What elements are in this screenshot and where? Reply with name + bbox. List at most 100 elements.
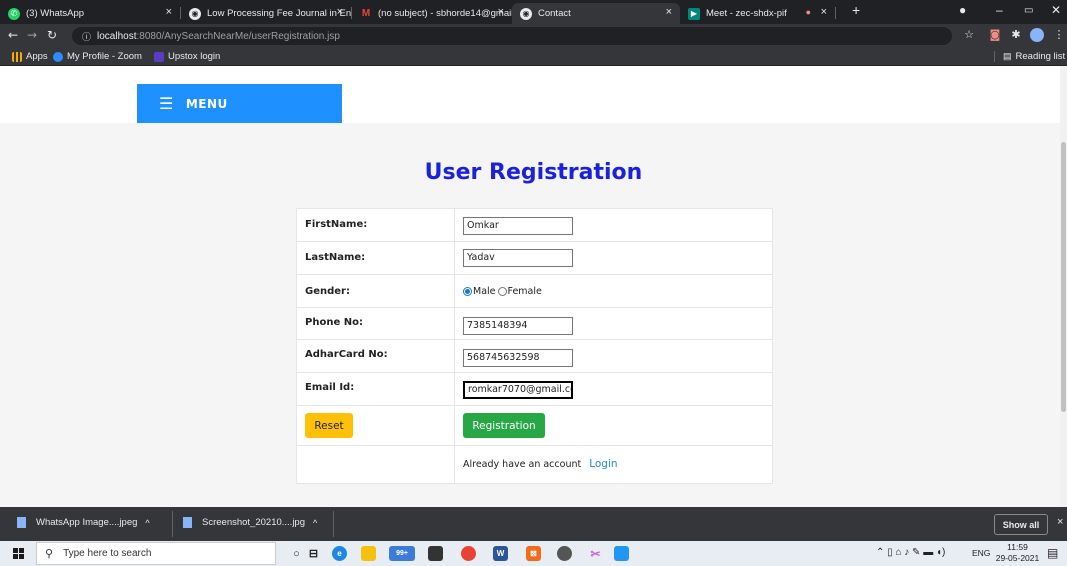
close-tab-icon[interactable]: × bbox=[166, 6, 172, 18]
photos-icon[interactable] bbox=[614, 546, 629, 561]
email-input[interactable]: romkar7070@gmail.com bbox=[463, 381, 573, 399]
bookmark-apps[interactable]: Apps bbox=[12, 51, 48, 62]
gender-female-radio[interactable] bbox=[497, 287, 507, 296]
chrome-icon[interactable] bbox=[461, 546, 476, 561]
bookmark-zoom[interactable]: My Profile - Zoom bbox=[53, 51, 142, 62]
cortana-icon[interactable]: ○ bbox=[289, 546, 304, 561]
form-cell bbox=[454, 406, 455, 445]
email-label: Email Id: bbox=[305, 382, 355, 393]
taskbar-clock[interactable]: 11:59 29-05-2021 bbox=[995, 542, 1040, 564]
show-all-button[interactable]: Show all bbox=[994, 514, 1048, 535]
close-window-icon[interactable]: ✕ bbox=[1051, 3, 1061, 17]
close-tab-icon[interactable]: × bbox=[337, 6, 343, 18]
kebab-menu-icon[interactable]: ⋮ bbox=[1052, 28, 1066, 42]
close-tab-icon[interactable]: × bbox=[821, 6, 827, 18]
system-tray-icons[interactable]: ⌃ ▯ ⌂ ♪ ✎ ▬ ◖) bbox=[876, 547, 945, 558]
tab-whatsapp[interactable]: ✆ (3) WhatsApp × bbox=[0, 3, 180, 24]
whatsapp-icon: ✆ bbox=[8, 7, 20, 20]
browser-toolbar: ← → ↻ ⓘ localhost :8080/AnySearchNearMe/… bbox=[0, 24, 1067, 48]
taskbar-search-box[interactable]: ⚲ Type here to search bbox=[36, 542, 276, 565]
windows-start-icon[interactable] bbox=[13, 548, 24, 559]
tab-label: (no subject) - sbhorde14@gmail bbox=[378, 8, 512, 19]
extensions-puzzle-icon[interactable]: ✱ bbox=[1009, 28, 1023, 42]
apps-grid-icon bbox=[12, 51, 22, 62]
store-badge-icon[interactable]: 99+ bbox=[389, 546, 415, 561]
notification-icon[interactable]: ▤ bbox=[1047, 546, 1058, 560]
info-icon[interactable]: ⓘ bbox=[82, 30, 91, 43]
tab-gmail[interactable]: M (no subject) - sbhorde14@gmail × bbox=[352, 3, 512, 24]
form-cell bbox=[454, 275, 455, 307]
bookmark-upstox[interactable]: Upstox login bbox=[154, 51, 220, 62]
menu-button[interactable]: ☰ MENU bbox=[137, 84, 342, 123]
tab-label: Meet - zec-shdx-pif bbox=[706, 8, 787, 19]
url-host: localhost bbox=[97, 30, 137, 42]
word-icon[interactable]: W bbox=[493, 546, 508, 561]
gender-male-radio[interactable] bbox=[463, 287, 472, 296]
bookmark-label: My Profile - Zoom bbox=[67, 51, 142, 62]
first-name-label: FirstName: bbox=[305, 219, 368, 230]
login-link[interactable]: Login bbox=[589, 458, 617, 470]
bookmark-label: Upstox login bbox=[168, 51, 221, 62]
back-icon[interactable]: ← bbox=[8, 28, 18, 42]
form-row-gender: Gender: Male Female bbox=[297, 275, 772, 308]
first-name-input[interactable]: Omkar bbox=[463, 217, 573, 235]
chevron-up-icon[interactable]: ^ bbox=[313, 518, 317, 528]
download-item-screenshot[interactable]: Screenshot_20210....jpg ^ bbox=[183, 517, 317, 528]
page-scrollbar[interactable] bbox=[1060, 66, 1067, 507]
avatar[interactable] bbox=[1030, 28, 1044, 42]
already-account-label: Already have an account bbox=[463, 459, 582, 470]
extension-icon[interactable]: ◙ bbox=[988, 28, 1002, 42]
bookmarks-bar: Apps My Profile - Zoom Upstox login ▤ Re… bbox=[0, 48, 1067, 66]
maximize-icon[interactable]: ▭ bbox=[1024, 5, 1033, 16]
menu-label: MENU bbox=[185, 96, 228, 111]
tab-separator bbox=[835, 7, 836, 19]
tab-contact-active[interactable]: ◉ Contact × bbox=[512, 3, 680, 24]
download-separator bbox=[172, 511, 173, 537]
windows-taskbar: ⚲ Type here to search ○ ⊟ e 99+ W ⊠ ✂ ⌃ … bbox=[0, 541, 1067, 566]
tab-journal[interactable]: ◉ Low Processing Fee Journal in En × bbox=[181, 3, 351, 24]
address-bar[interactable]: ⓘ localhost :8080/AnySearchNearMe/userRe… bbox=[72, 27, 952, 45]
forward-icon[interactable]: → bbox=[27, 28, 37, 42]
edge-icon[interactable]: e bbox=[332, 546, 347, 561]
reading-list[interactable]: ▤ Reading list bbox=[994, 51, 1065, 62]
chevron-up-icon[interactable]: ^ bbox=[145, 518, 149, 528]
tab-meet[interactable]: ▶ Meet - zec-shdx-pif ● × bbox=[680, 3, 835, 24]
last-name-input[interactable]: Yadav bbox=[463, 249, 573, 267]
gender-male-label: Male bbox=[473, 286, 496, 297]
form-cell bbox=[454, 373, 455, 405]
new-tab-button[interactable]: + bbox=[852, 2, 860, 18]
registration-button[interactable]: Registration bbox=[463, 413, 545, 438]
file-explorer-icon[interactable] bbox=[361, 546, 376, 561]
reset-button[interactable]: Reset bbox=[305, 413, 353, 438]
xampp-icon[interactable]: ⊠ bbox=[526, 546, 541, 561]
close-tab-icon[interactable]: × bbox=[666, 6, 672, 18]
url-path: :8080/AnySearchNearMe/userRegistration.j… bbox=[136, 30, 340, 42]
download-item-whatsapp[interactable]: WhatsApp Image....jpeg ^ bbox=[17, 517, 150, 528]
form-row-adhar: AdharCard No: 568745632598 bbox=[297, 340, 772, 373]
minimize-icon[interactable]: – bbox=[996, 3, 1003, 17]
close-downloads-icon[interactable]: × bbox=[1057, 516, 1063, 528]
close-tab-icon[interactable]: × bbox=[498, 6, 504, 18]
adhar-input[interactable]: 568745632598 bbox=[463, 349, 573, 367]
phone-input[interactable]: 7385148394 bbox=[463, 317, 573, 335]
form-cell bbox=[454, 209, 455, 241]
bookmark-star-icon[interactable]: ☆ bbox=[962, 28, 976, 42]
globe-icon: ◉ bbox=[520, 7, 532, 20]
language-indicator[interactable]: ENG bbox=[972, 548, 990, 558]
app-icon[interactable] bbox=[557, 546, 572, 561]
badge-count: 99+ bbox=[396, 550, 408, 557]
profile-icon[interactable]: ● bbox=[959, 3, 966, 17]
snipping-tool-icon[interactable]: ✂ bbox=[588, 546, 603, 561]
gender-radio-group: Male Female bbox=[463, 286, 542, 297]
search-placeholder: Type here to search bbox=[63, 548, 152, 559]
last-name-label: LastName: bbox=[305, 252, 366, 263]
reload-icon[interactable]: ↻ bbox=[47, 28, 57, 42]
scrollbar-thumb[interactable] bbox=[1061, 142, 1066, 412]
search-icon: ⚲ bbox=[45, 548, 54, 560]
gmail-icon: M bbox=[361, 8, 371, 19]
store-icon[interactable] bbox=[428, 546, 443, 561]
meet-icon: ▶ bbox=[688, 7, 700, 20]
tab-label: (3) WhatsApp bbox=[26, 8, 85, 19]
task-view-icon[interactable]: ⊟ bbox=[306, 546, 321, 561]
reading-list-label: Reading list bbox=[1015, 51, 1066, 62]
